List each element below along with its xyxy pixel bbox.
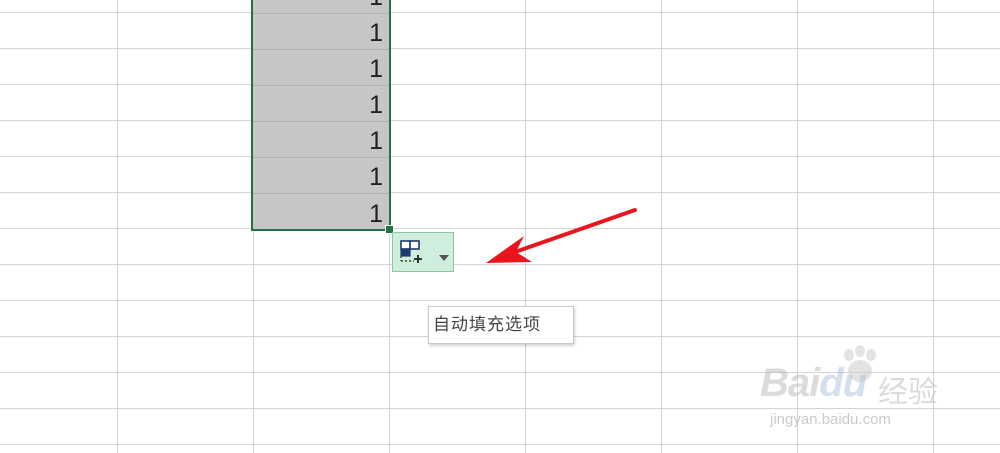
baidu-watermark: Baidu 经验 jingyan.baidu.com bbox=[760, 345, 975, 440]
column-divider bbox=[117, 0, 118, 453]
row-divider bbox=[0, 12, 1000, 13]
watermark-brand-du: du bbox=[819, 361, 867, 405]
cell-value: 1 bbox=[369, 0, 383, 11]
dropdown-triangle-icon bbox=[439, 249, 449, 267]
annotation-arrow-icon bbox=[486, 208, 637, 263]
cell-value: 1 bbox=[369, 200, 383, 228]
watermark-brand-cn: 经验 bbox=[878, 375, 938, 410]
selected-cell[interactable]: 1 bbox=[253, 0, 389, 14]
autofill-tooltip: 自动填充选项 bbox=[428, 306, 574, 344]
row-divider bbox=[0, 84, 1000, 85]
column-divider bbox=[661, 0, 662, 453]
selected-cell[interactable]: 1 bbox=[253, 50, 389, 86]
cell-value: 1 bbox=[369, 55, 383, 83]
cell-value: 1 bbox=[369, 163, 383, 191]
row-divider bbox=[0, 300, 1000, 301]
autofill-options-icon bbox=[400, 240, 426, 269]
selected-cell[interactable]: 1 bbox=[253, 14, 389, 50]
cell-value: 1 bbox=[369, 127, 383, 155]
watermark-brand-prefix: Bai bbox=[760, 361, 820, 405]
selected-range[interactable]: 1 1 1 1 1 1 1 bbox=[251, 0, 391, 231]
cell-value: 1 bbox=[369, 91, 383, 119]
selected-cell[interactable]: 1 bbox=[253, 122, 389, 158]
selected-cell[interactable]: 1 bbox=[253, 86, 389, 122]
row-divider bbox=[0, 48, 1000, 49]
cell-value: 1 bbox=[369, 19, 383, 47]
watermark-brand: Baidu bbox=[760, 361, 867, 406]
selected-cell[interactable]: 1 bbox=[253, 194, 389, 230]
row-divider bbox=[0, 444, 1000, 445]
watermark-url: jingyan.baidu.com bbox=[770, 411, 891, 428]
row-divider bbox=[0, 120, 1000, 121]
selected-cell[interactable]: 1 bbox=[253, 158, 389, 194]
row-divider bbox=[0, 192, 1000, 193]
autofill-options-button[interactable] bbox=[392, 232, 454, 272]
row-divider bbox=[0, 156, 1000, 157]
